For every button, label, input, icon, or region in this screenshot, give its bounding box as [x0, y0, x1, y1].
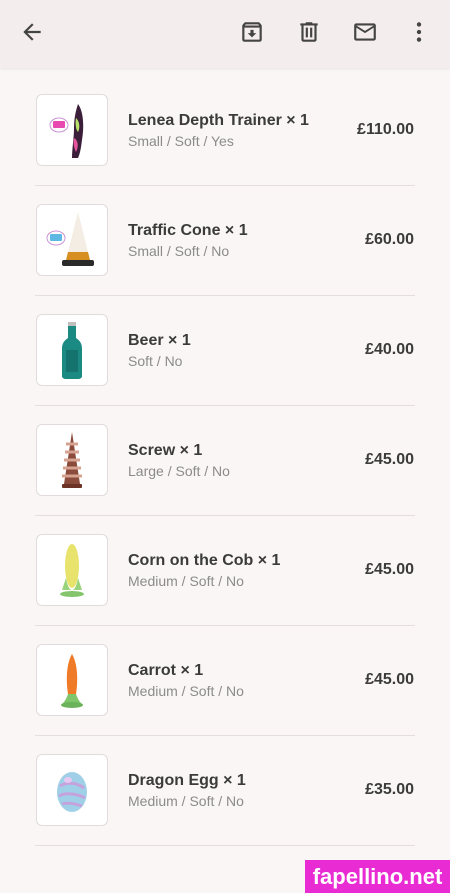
product-image: [36, 424, 108, 496]
top-app-bar: [0, 0, 450, 68]
corn-product-image: [60, 544, 84, 597]
item-name: Corn on the Cob × 1: [128, 552, 281, 569]
product-image: [36, 204, 108, 276]
item-price: £45.00: [365, 671, 414, 688]
mark-unread-button[interactable]: [347, 14, 383, 50]
item-price: £60.00: [365, 231, 414, 248]
item-price: £35.00: [365, 781, 414, 798]
item-price: £45.00: [365, 561, 414, 578]
order-items-list: Lenea Depth Trainer × 1 Small / Soft / Y…: [0, 76, 450, 846]
screw-product-image: [62, 432, 82, 488]
divider: [35, 845, 415, 846]
item-price: £40.00: [365, 341, 414, 358]
item-variant: Medium / Soft / No: [128, 683, 244, 699]
delete-button[interactable]: [291, 14, 327, 50]
more-vertical-icon: [416, 22, 422, 42]
item-variant: Small / Soft / Yes: [128, 133, 234, 149]
archive-icon: [242, 22, 262, 42]
item-name: Lenea Depth Trainer × 1: [128, 112, 309, 129]
list-item[interactable]: Traffic Cone × 1 Small / Soft / No £60.0…: [0, 186, 450, 296]
list-item[interactable]: Carrot × 1 Medium / Soft / No £45.00: [0, 626, 450, 736]
product-image: [36, 644, 108, 716]
dragon-egg-product-image: [57, 772, 87, 812]
beer-bottle-product-image: [62, 322, 82, 379]
product-image: [36, 754, 108, 826]
item-price: £110.00: [357, 121, 414, 138]
list-item[interactable]: Lenea Depth Trainer × 1 Small / Soft / Y…: [0, 76, 450, 186]
arrow-back-icon: [23, 23, 41, 41]
item-variant: Large / Soft / No: [128, 463, 230, 479]
mail-icon: [354, 23, 376, 41]
item-name: Traffic Cone × 1: [128, 222, 248, 239]
product-image: [36, 94, 108, 166]
archive-button[interactable]: [234, 14, 270, 50]
item-variant: Medium / Soft / No: [128, 573, 244, 589]
trash-icon: [300, 22, 318, 42]
watermark: fapellino.net: [305, 860, 450, 893]
depth-trainer-product-image: [49, 104, 84, 158]
back-button[interactable]: [14, 14, 50, 50]
list-item[interactable]: Dragon Egg × 1 Medium / Soft / No £35.00: [0, 736, 450, 846]
item-variant: Medium / Soft / No: [128, 793, 244, 809]
item-name: Dragon Egg × 1: [128, 772, 246, 789]
item-price: £45.00: [365, 451, 414, 468]
traffic-cone-product-image: [46, 212, 94, 266]
item-name: Beer × 1: [128, 332, 191, 349]
item-name: Screw × 1: [128, 442, 203, 459]
more-options-button[interactable]: [401, 14, 437, 50]
product-image: [36, 534, 108, 606]
item-name: Carrot × 1: [128, 662, 204, 679]
carrot-product-image: [61, 654, 83, 708]
list-item[interactable]: Screw × 1 Large / Soft / No £45.00: [0, 406, 450, 516]
list-item[interactable]: Corn on the Cob × 1 Medium / Soft / No £…: [0, 516, 450, 626]
product-image: [36, 314, 108, 386]
item-variant: Soft / No: [128, 353, 183, 369]
list-item[interactable]: Beer × 1 Soft / No £40.00: [0, 296, 450, 406]
item-variant: Small / Soft / No: [128, 243, 230, 259]
